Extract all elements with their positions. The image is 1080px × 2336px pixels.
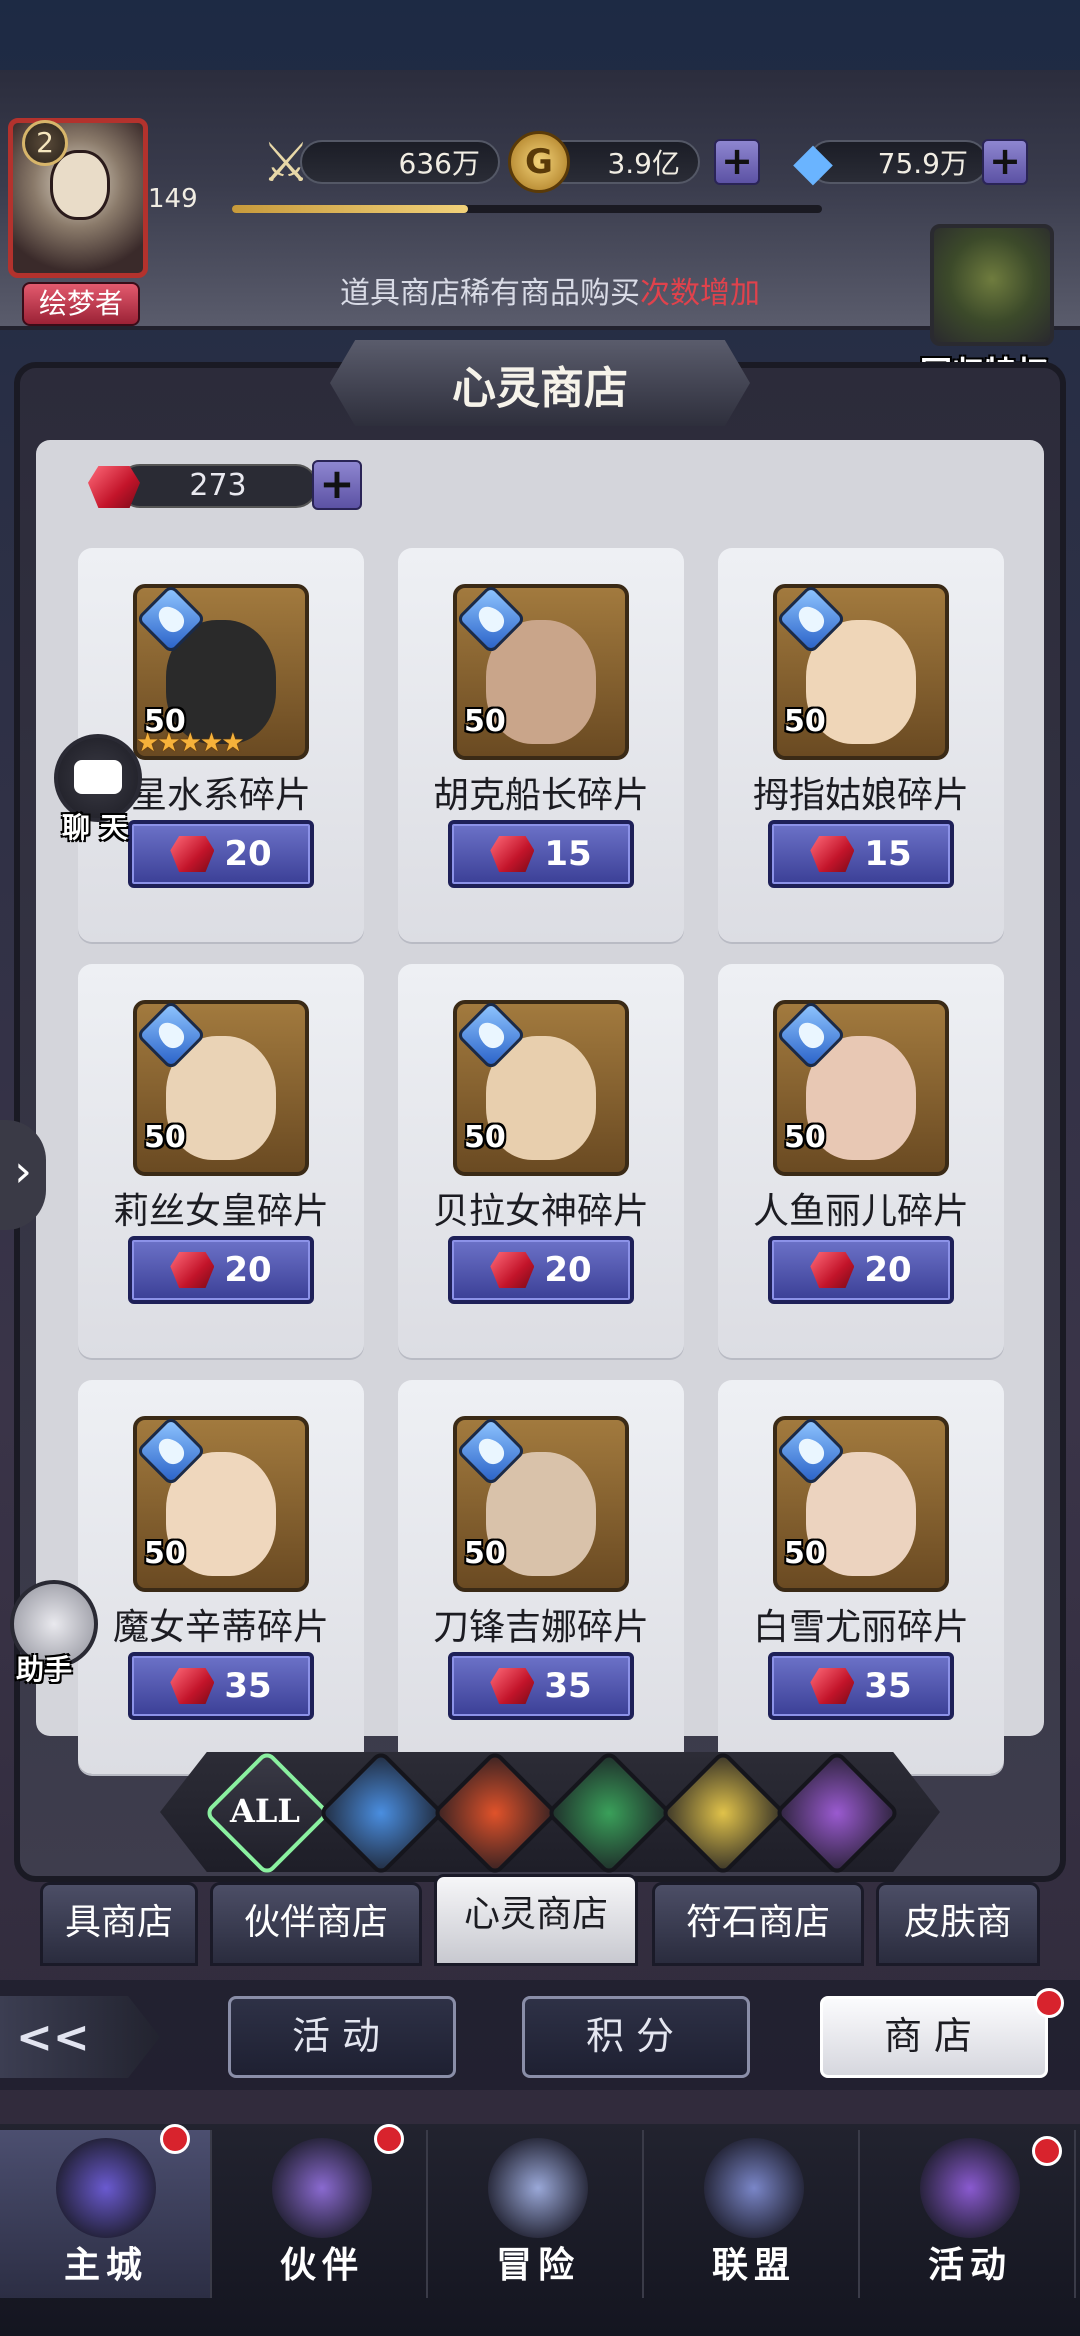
item-price: 35 — [224, 1666, 272, 1706]
fragment-quantity: 50 — [784, 1536, 826, 1571]
power-value: 636万 — [398, 147, 480, 180]
shop-tab[interactable]: 具商店 — [40, 1882, 198, 1966]
add-soul-currency-button[interactable]: + — [312, 460, 362, 510]
shop-title: 心灵商店 — [452, 363, 628, 414]
back-arrow-icon: << — [16, 2012, 90, 2063]
ruby-icon — [810, 836, 855, 872]
fragment-quantity: 50 — [784, 1120, 826, 1155]
item-price: 20 — [224, 1250, 272, 1290]
notification-dot — [160, 2124, 190, 2154]
fragment-quantity: 50 — [784, 704, 826, 739]
player-level-badge: 2 — [22, 120, 68, 166]
nav-label: 主城 — [63, 2244, 148, 2286]
item-price: 35 — [864, 1666, 912, 1706]
item-name: 魔女辛蒂碎片 — [112, 1607, 329, 1648]
buy-button[interactable]: 35 — [448, 1652, 634, 1720]
ruby-icon — [170, 1668, 215, 1704]
item-name: 胡克船长碎片 — [432, 775, 649, 816]
fragment-quantity: 50 — [464, 1536, 506, 1571]
item-name: 白雪尤丽碎片 — [752, 1607, 969, 1648]
shop-tab[interactable]: 伙伴商店 — [210, 1882, 422, 1966]
buy-button[interactable]: 15 — [768, 820, 954, 888]
chat-bubble-icon — [74, 760, 122, 794]
store-button[interactable]: 商店 — [820, 1996, 1048, 2078]
ruby-icon — [170, 1252, 215, 1288]
item-price: 15 — [864, 834, 912, 874]
add-gold-button[interactable]: + — [714, 139, 760, 185]
ruby-icon — [490, 836, 535, 872]
shop-notice: 道具商店稀有商品购买次数增加 — [340, 268, 760, 312]
nav-label: 活动 — [927, 2244, 1012, 2286]
gold-coin-icon: G — [508, 131, 570, 193]
soul-currency-display: 273 — [118, 464, 318, 508]
diamond-value: 75.9万 — [877, 147, 968, 180]
points-button[interactable]: 积分 — [522, 1996, 750, 2078]
filter-all-label: ALL — [230, 1792, 300, 1830]
shop-tab[interactable]: 符石商店 — [652, 1882, 864, 1966]
buy-button[interactable]: 35 — [128, 1652, 314, 1720]
item-name: 贝拉女神碎片 — [432, 1191, 649, 1232]
notification-dot — [374, 2124, 404, 2154]
nav-emblem-icon — [920, 2138, 1020, 2238]
item-price: 15 — [544, 834, 592, 874]
ruby-icon — [170, 836, 215, 872]
fragment-quantity: 50 — [144, 1120, 186, 1155]
ruby-icon — [810, 1252, 855, 1288]
nav-label: 联盟 — [711, 2244, 796, 2286]
buy-button[interactable]: 20 — [128, 820, 314, 888]
item-price: 20 — [864, 1250, 912, 1290]
player-exp-text: 149 — [148, 184, 198, 214]
item-name: 莉丝女皇碎片 — [112, 1191, 329, 1232]
shop-tab[interactable]: 皮肤商 — [876, 1882, 1040, 1966]
buy-button[interactable]: 20 — [128, 1236, 314, 1304]
item-name: 人鱼丽儿碎片 — [752, 1191, 969, 1232]
soul-currency-value: 273 — [189, 468, 247, 503]
add-diamond-button[interactable]: + — [982, 139, 1028, 185]
ruby-icon — [490, 1252, 535, 1288]
buy-button[interactable]: 20 — [448, 1236, 634, 1304]
activity-button[interactable]: 活动 — [228, 1996, 456, 2078]
buy-button[interactable]: 20 — [768, 1236, 954, 1304]
chat-label[interactable]: 聊 天 — [62, 806, 128, 846]
power-display: 636万 — [300, 140, 500, 184]
ruby-icon — [490, 1668, 535, 1704]
item-price: 20 — [224, 834, 272, 874]
item-price: 20 — [544, 1250, 592, 1290]
nav-emblem-icon — [704, 2138, 804, 2238]
exp-bar-fill — [232, 205, 468, 213]
buy-button[interactable]: 15 — [448, 820, 634, 888]
assistant-label[interactable]: 助手 — [16, 1648, 72, 1688]
player-title-badge[interactable]: 绘梦者 — [22, 282, 140, 326]
shop-tab[interactable]: 心灵商店 — [434, 1874, 638, 1966]
fragment-quantity: 50 — [464, 704, 506, 739]
item-price: 35 — [544, 1666, 592, 1706]
store-notification-dot — [1034, 1988, 1064, 2018]
fragment-quantity: 50 — [464, 1120, 506, 1155]
ruby-icon — [810, 1668, 855, 1704]
item-name: 拇指姑娘碎片 — [752, 775, 969, 816]
notification-dot — [1032, 2136, 1062, 2166]
nav-label: 伙伴 — [279, 2244, 364, 2286]
gold-value: 3.9亿 — [607, 147, 680, 180]
nav-emblem-icon — [56, 2138, 156, 2238]
fragment-quantity: 50 — [144, 1536, 186, 1571]
nav-emblem-icon — [272, 2138, 372, 2238]
nav-label: 冒险 — [495, 2244, 580, 2286]
item-name: 刀锋吉娜碎片 — [432, 1607, 649, 1648]
diamond-icon: ◆ — [793, 132, 833, 192]
notice-highlight: 次数增加 — [640, 276, 760, 311]
return-privilege-icon[interactable] — [930, 224, 1054, 346]
buy-button[interactable]: 35 — [768, 1652, 954, 1720]
nav-emblem-icon — [488, 2138, 588, 2238]
notice-prefix: 道具商店稀有商品购买 — [340, 276, 640, 311]
sword-icon: ⚔ — [261, 130, 311, 194]
star-rating: ★★★★★ — [136, 728, 245, 758]
